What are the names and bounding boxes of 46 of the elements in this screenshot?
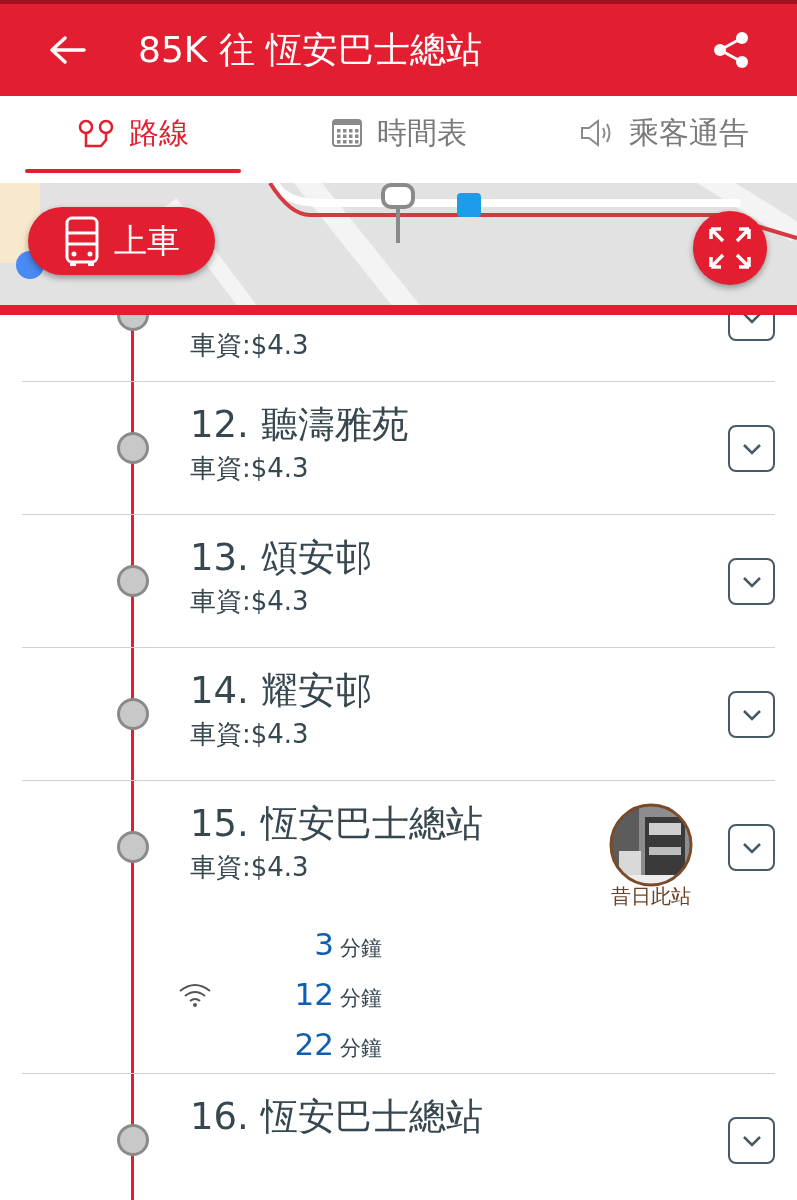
stop-name: 12. 聽濤雅苑: [190, 402, 410, 448]
chevron-down-icon: [741, 1134, 762, 1147]
stop-name: 13. 頌安邨: [190, 535, 373, 581]
chevron-down-icon: [741, 841, 762, 854]
fare-text: 車資:$4.3: [190, 452, 310, 485]
share-button[interactable]: [713, 31, 749, 69]
expand-stop-button[interactable]: [728, 1117, 775, 1164]
route-title: 85K 往 恆安巴士總站: [138, 28, 484, 72]
eta-minutes: 12: [294, 975, 334, 1014]
eta-unit: 分鐘: [340, 985, 382, 1012]
fare-text: 車資:$4.3: [190, 718, 310, 751]
old-photo-label: 昔日此站: [611, 883, 691, 910]
fare-text: 車資:$4.3: [190, 585, 310, 618]
eta-unit: 分鐘: [340, 1035, 382, 1062]
chevron-down-icon: [741, 315, 762, 324]
eta-minutes: 22: [294, 1025, 334, 1064]
board-bus-button[interactable]: 上車: [28, 207, 215, 275]
route-icon: [76, 117, 115, 148]
fare-text: 車資:$4.3: [190, 851, 310, 884]
expand-stop-button[interactable]: [728, 558, 775, 605]
stop-marker: [117, 432, 149, 464]
share-icon: [713, 31, 749, 69]
expand-stop-button[interactable]: [728, 425, 775, 472]
expand-stop-button[interactable]: [728, 824, 775, 871]
stop-name: 14. 耀安邨: [190, 668, 373, 714]
stop-marker: [117, 1124, 149, 1156]
expand-stop-button[interactable]: [728, 691, 775, 738]
tab[interactable]: 乘客通告: [531, 96, 797, 183]
chevron-down-icon: [741, 575, 762, 588]
stop-marker: [117, 565, 149, 597]
fare-text: 車資:$4.3: [190, 329, 310, 362]
eta-minutes: 3: [314, 925, 334, 964]
back-arrow-icon: [48, 34, 88, 66]
stop-name: 16. 恆安巴士總站: [190, 1094, 484, 1140]
stop-marker: [117, 698, 149, 730]
calendar-icon: [330, 116, 363, 149]
expand-icon: [708, 226, 752, 270]
tab[interactable]: 時間表: [265, 96, 532, 183]
eta-unit: 分鐘: [340, 935, 382, 962]
chevron-down-icon: [741, 708, 762, 721]
back-button[interactable]: [48, 34, 88, 66]
stop-marker: [117, 831, 149, 863]
chevron-down-icon: [741, 442, 762, 455]
stop-name: 15. 恆安巴士總站: [190, 801, 484, 847]
bus-icon: [63, 216, 100, 266]
tab[interactable]: 路線: [0, 96, 266, 183]
